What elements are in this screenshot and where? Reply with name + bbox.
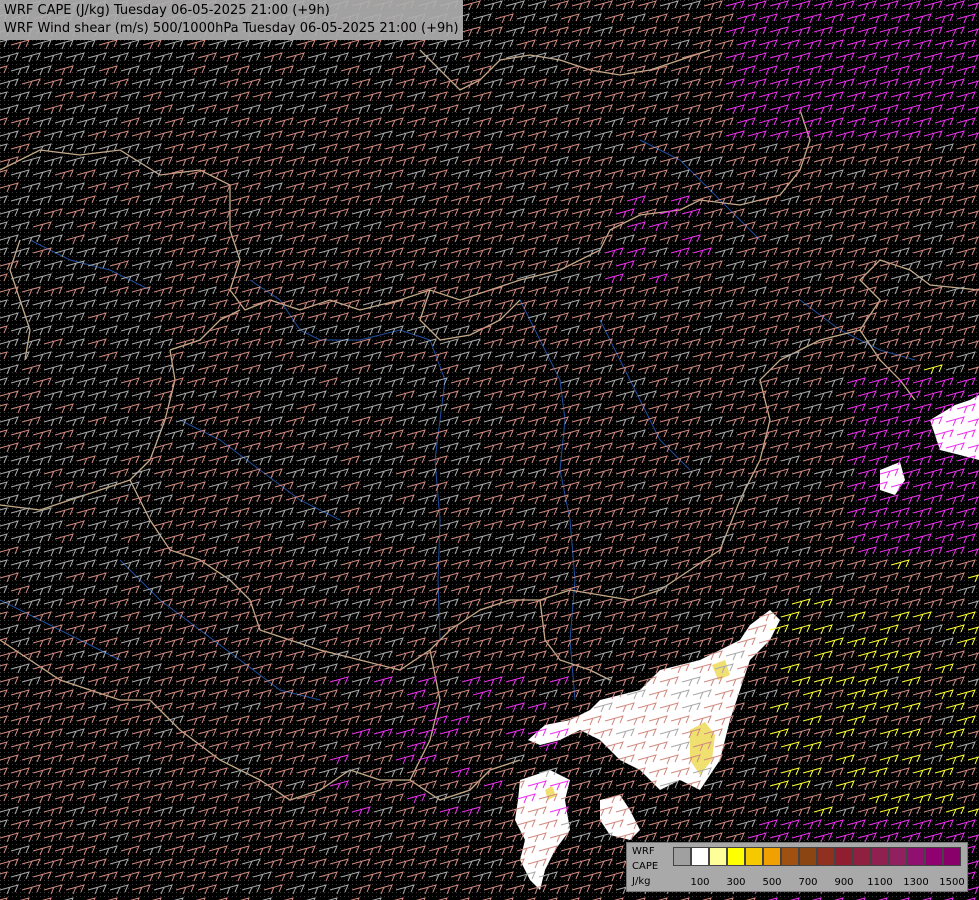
cape-title: WRF CAPE (J/kg) Tuesday 06-05-2025 21:00… <box>4 3 330 18</box>
legend-title-unit: J/kg <box>632 876 651 887</box>
legend-tick-label: 1300 <box>903 877 929 888</box>
legend-tick-label: 1500 <box>939 877 965 888</box>
legend-swatch <box>853 847 871 866</box>
legend-tick-label: 1100 <box>867 877 893 888</box>
legend-title-wrf: WRF <box>632 846 655 857</box>
legend-tick-label: 700 <box>798 877 818 888</box>
map-background <box>0 0 979 900</box>
cape-legend: WRF CAPE J/kg 100 300 500 700 900 1100 1300 150… <box>626 842 968 892</box>
wind-shear-title: WRF Wind shear (m/s) 500/1000hPa Tuesday… <box>4 21 459 36</box>
legend-swatch <box>835 847 853 866</box>
legend-swatch <box>673 847 691 866</box>
legend-tick-label: 100 <box>690 877 710 888</box>
legend-title-cape: CAPE <box>632 861 659 872</box>
legend-swatch <box>943 847 961 866</box>
legend-swatch <box>781 847 799 866</box>
legend-swatch <box>745 847 763 866</box>
legend-swatch <box>907 847 925 866</box>
legend-swatch <box>817 847 835 866</box>
legend-swatch <box>799 847 817 866</box>
legend-swatch <box>691 847 709 866</box>
legend-swatch <box>925 847 943 866</box>
legend-tick-label: 900 <box>834 877 854 888</box>
legend-tick-label: 500 <box>762 877 782 888</box>
legend-swatch <box>727 847 745 866</box>
legend-swatch <box>763 847 781 866</box>
legend-tick-label: 300 <box>726 877 746 888</box>
legend-swatch <box>709 847 727 866</box>
map-title-box: WRF CAPE (J/kg) Tuesday 06-05-2025 21:00… <box>0 0 463 40</box>
map-canvas <box>0 0 979 900</box>
legend-swatch <box>889 847 907 866</box>
legend-swatch <box>871 847 889 866</box>
